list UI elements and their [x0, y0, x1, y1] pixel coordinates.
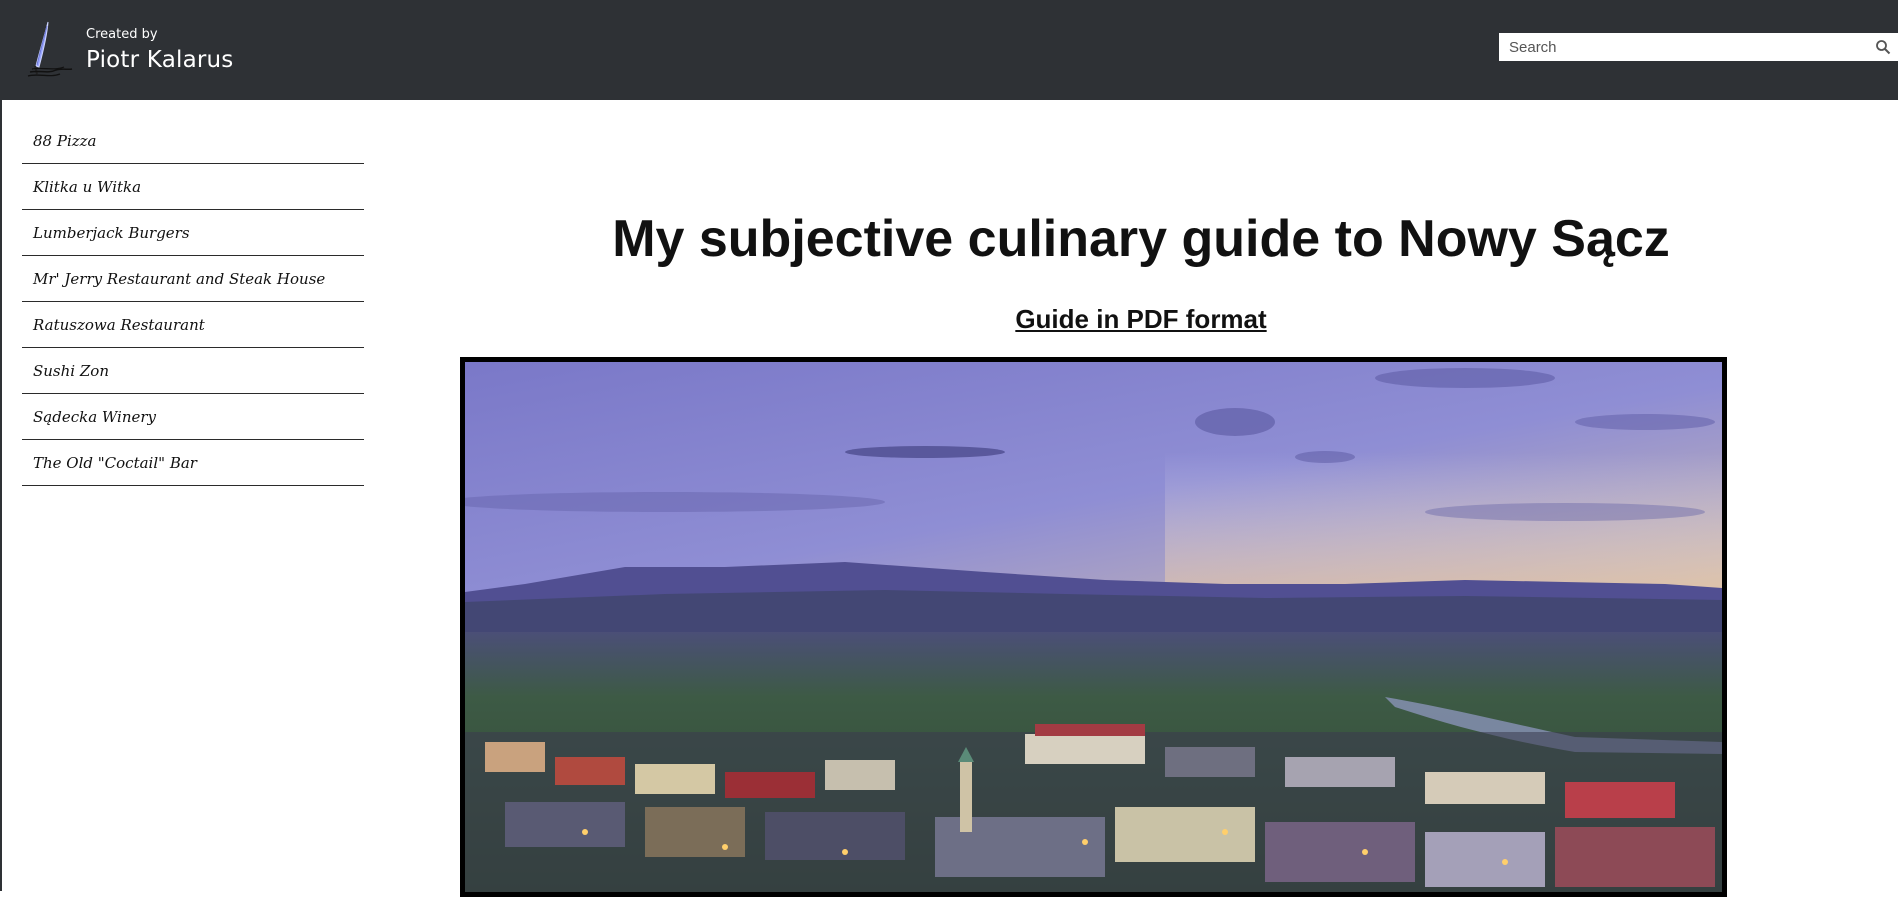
sidebar-item-lumberjack-burgers[interactable]: Lumberjack Burgers — [22, 211, 364, 256]
sidebar-item-sushi-zon[interactable]: Sushi Zon — [22, 349, 364, 394]
left-border — [0, 100, 2, 891]
hero-image — [460, 357, 1727, 897]
author-name: Piotr Kalarus — [86, 47, 234, 73]
sidebar-item-88-pizza[interactable]: 88 Pizza — [22, 119, 364, 164]
created-by-label: Created by — [86, 27, 158, 42]
search-input[interactable] — [1499, 33, 1859, 61]
brand[interactable]: Created by Piotr Kalarus — [26, 18, 256, 82]
search-icon — [1876, 40, 1891, 55]
pdf-link-wrapper: Guide in PDF format — [460, 303, 1822, 335]
sidebar-item-sadecka-winery[interactable]: Sądecka Winery — [22, 395, 364, 440]
quill-pen-icon — [27, 21, 73, 77]
search-box — [1499, 33, 1898, 61]
search-button[interactable] — [1868, 33, 1898, 61]
top-header: Created by Piotr Kalarus — [0, 0, 1898, 100]
restaurant-nav: 88 Pizza Klitka u Witka Lumberjack Burge… — [22, 119, 364, 487]
pdf-guide-link[interactable]: Guide in PDF format — [1015, 304, 1266, 334]
city-panorama-image — [465, 362, 1722, 892]
sidebar-item-klitka-u-witka[interactable]: Klitka u Witka — [22, 165, 364, 210]
page-title: My subjective culinary guide to Nowy Sąc… — [612, 210, 1670, 268]
sidebar-item-mr-jerry[interactable]: Mr' Jerry Restaurant and Steak House — [22, 257, 364, 302]
sidebar-item-ratuszowa[interactable]: Ratuszowa Restaurant — [22, 303, 364, 348]
sidebar-item-old-coctail-bar[interactable]: The Old "Coctail" Bar — [22, 441, 364, 486]
